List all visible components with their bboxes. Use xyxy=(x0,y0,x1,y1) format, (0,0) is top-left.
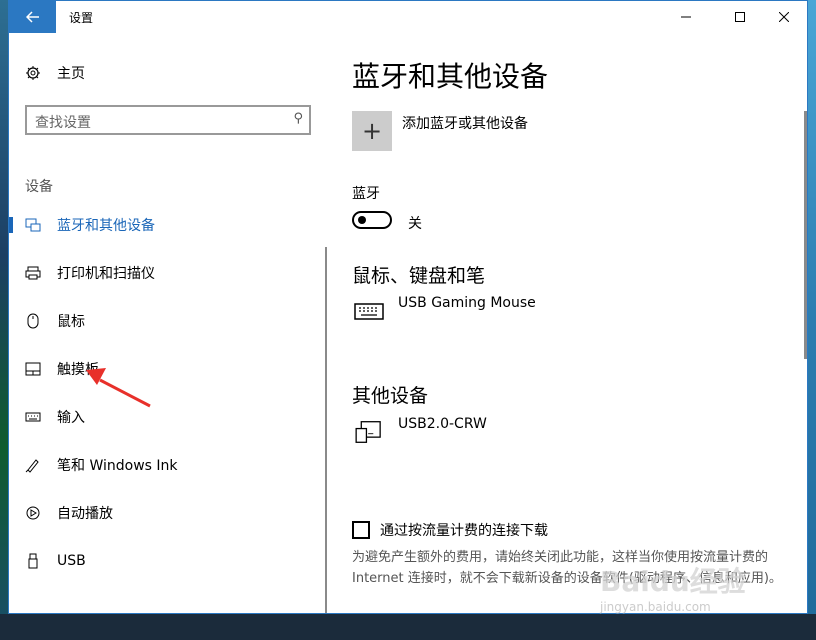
maximize-icon xyxy=(735,12,745,22)
window-title: 设置 xyxy=(69,11,94,25)
search-icon: ⚲ xyxy=(293,111,303,126)
bluetooth-state: 关 xyxy=(408,216,422,232)
device-icon xyxy=(355,421,381,443)
metered-download-checkbox[interactable]: 通过按流量计费的连接下载 xyxy=(352,520,548,540)
sidebar-item-label: 自动播放 xyxy=(57,506,113,522)
metered-label: 通过按流量计费的连接下载 xyxy=(380,523,548,539)
watermark-text: Baidu经验 xyxy=(600,565,746,598)
sidebar-item-typing[interactable]: 输入 xyxy=(9,400,329,434)
main-content: 蓝牙和其他设备 + 添加蓝牙或其他设备 蓝牙 关 鼠标、键盘和笔 USB Gam… xyxy=(352,33,792,613)
main-scrollbar[interactable] xyxy=(804,111,807,359)
sidebar-item-label: 触摸板 xyxy=(57,362,99,378)
desktop-right-strip xyxy=(808,0,816,640)
sidebar-item-label: 鼠标 xyxy=(57,314,85,330)
sidebar-item-label: USB xyxy=(57,553,86,569)
device-usb-gaming-mouse[interactable]: USB Gaming Mouse xyxy=(352,295,536,323)
sidebar-item-autoplay[interactable]: 自动播放 xyxy=(9,496,329,530)
mouse-icon xyxy=(25,313,41,329)
baidu-watermark: Baidu经验 jingyan.baidu.com xyxy=(600,560,790,614)
device-name: USB Gaming Mouse xyxy=(398,295,536,311)
device-name: USB2.0-CRW xyxy=(398,416,487,432)
section-title: 设备 xyxy=(25,179,53,195)
minimize-button[interactable] xyxy=(663,1,709,33)
keyboard-icon xyxy=(25,409,41,425)
device-usb2-crw[interactable]: USB2.0-CRW xyxy=(352,416,487,444)
keyboard-icon xyxy=(354,303,384,320)
sidebar-item-usb[interactable]: USB xyxy=(9,544,329,578)
sidebar-item-label: 打印机和扫描仪 xyxy=(57,266,155,282)
printer-icon xyxy=(25,265,41,281)
maximize-button[interactable] xyxy=(717,1,763,33)
bluetooth-devices-icon xyxy=(25,217,41,233)
sidebar: 主页 查找设置 ⚲ 设备 蓝牙和其他设备 打印机和扫描仪 鼠标 触摸板 输入 笔… xyxy=(9,33,329,613)
gear-icon xyxy=(25,65,41,81)
toggle-knob xyxy=(358,216,366,224)
bluetooth-toggle[interactable] xyxy=(352,211,392,229)
sidebar-item-pen[interactable]: 笔和 Windows Ink xyxy=(9,448,329,482)
bluetooth-label: 蓝牙 xyxy=(352,186,380,202)
sidebar-item-mouse[interactable]: 鼠标 xyxy=(9,304,329,338)
search-placeholder: 查找设置 xyxy=(35,115,91,131)
plus-icon: + xyxy=(361,117,383,145)
sidebar-scrollbar[interactable] xyxy=(325,247,327,613)
touchpad-icon xyxy=(25,361,41,377)
sidebar-item-label: 蓝牙和其他设备 xyxy=(57,218,155,234)
mouse-section-title: 鼠标、键盘和笔 xyxy=(352,265,486,287)
minimize-icon xyxy=(681,16,691,18)
sidebar-item-label: 笔和 Windows Ink xyxy=(57,458,178,474)
title-bar: 设置 xyxy=(9,1,807,33)
arrow-left-icon xyxy=(25,11,39,23)
home-nav[interactable]: 主页 xyxy=(25,63,85,83)
close-icon xyxy=(779,12,789,22)
back-button[interactable] xyxy=(9,1,56,33)
sidebar-item-label: 输入 xyxy=(57,410,85,426)
other-section-title: 其他设备 xyxy=(352,385,429,407)
sidebar-item-touchpad[interactable]: 触摸板 xyxy=(9,352,329,386)
add-device-button[interactable]: + xyxy=(352,111,392,151)
sidebar-item-printers[interactable]: 打印机和扫描仪 xyxy=(9,256,329,290)
taskbar xyxy=(0,614,816,640)
autoplay-icon xyxy=(25,505,41,521)
watermark-url: jingyan.baidu.com xyxy=(600,600,711,614)
home-label: 主页 xyxy=(57,66,85,82)
search-input[interactable]: 查找设置 ⚲ xyxy=(25,105,311,135)
settings-window: 设置 主页 查找设置 ⚲ 设备 蓝牙和其他设备 打印机和扫描仪 鼠标 触摸板 输… xyxy=(8,0,808,614)
usb-icon xyxy=(25,553,41,569)
checkbox-box[interactable] xyxy=(352,521,370,539)
pen-icon xyxy=(25,457,41,473)
add-device-label[interactable]: 添加蓝牙或其他设备 xyxy=(402,113,528,133)
sidebar-item-bluetooth[interactable]: 蓝牙和其他设备 xyxy=(9,208,329,242)
page-title: 蓝牙和其他设备 xyxy=(352,60,549,93)
close-button[interactable] xyxy=(761,1,807,33)
